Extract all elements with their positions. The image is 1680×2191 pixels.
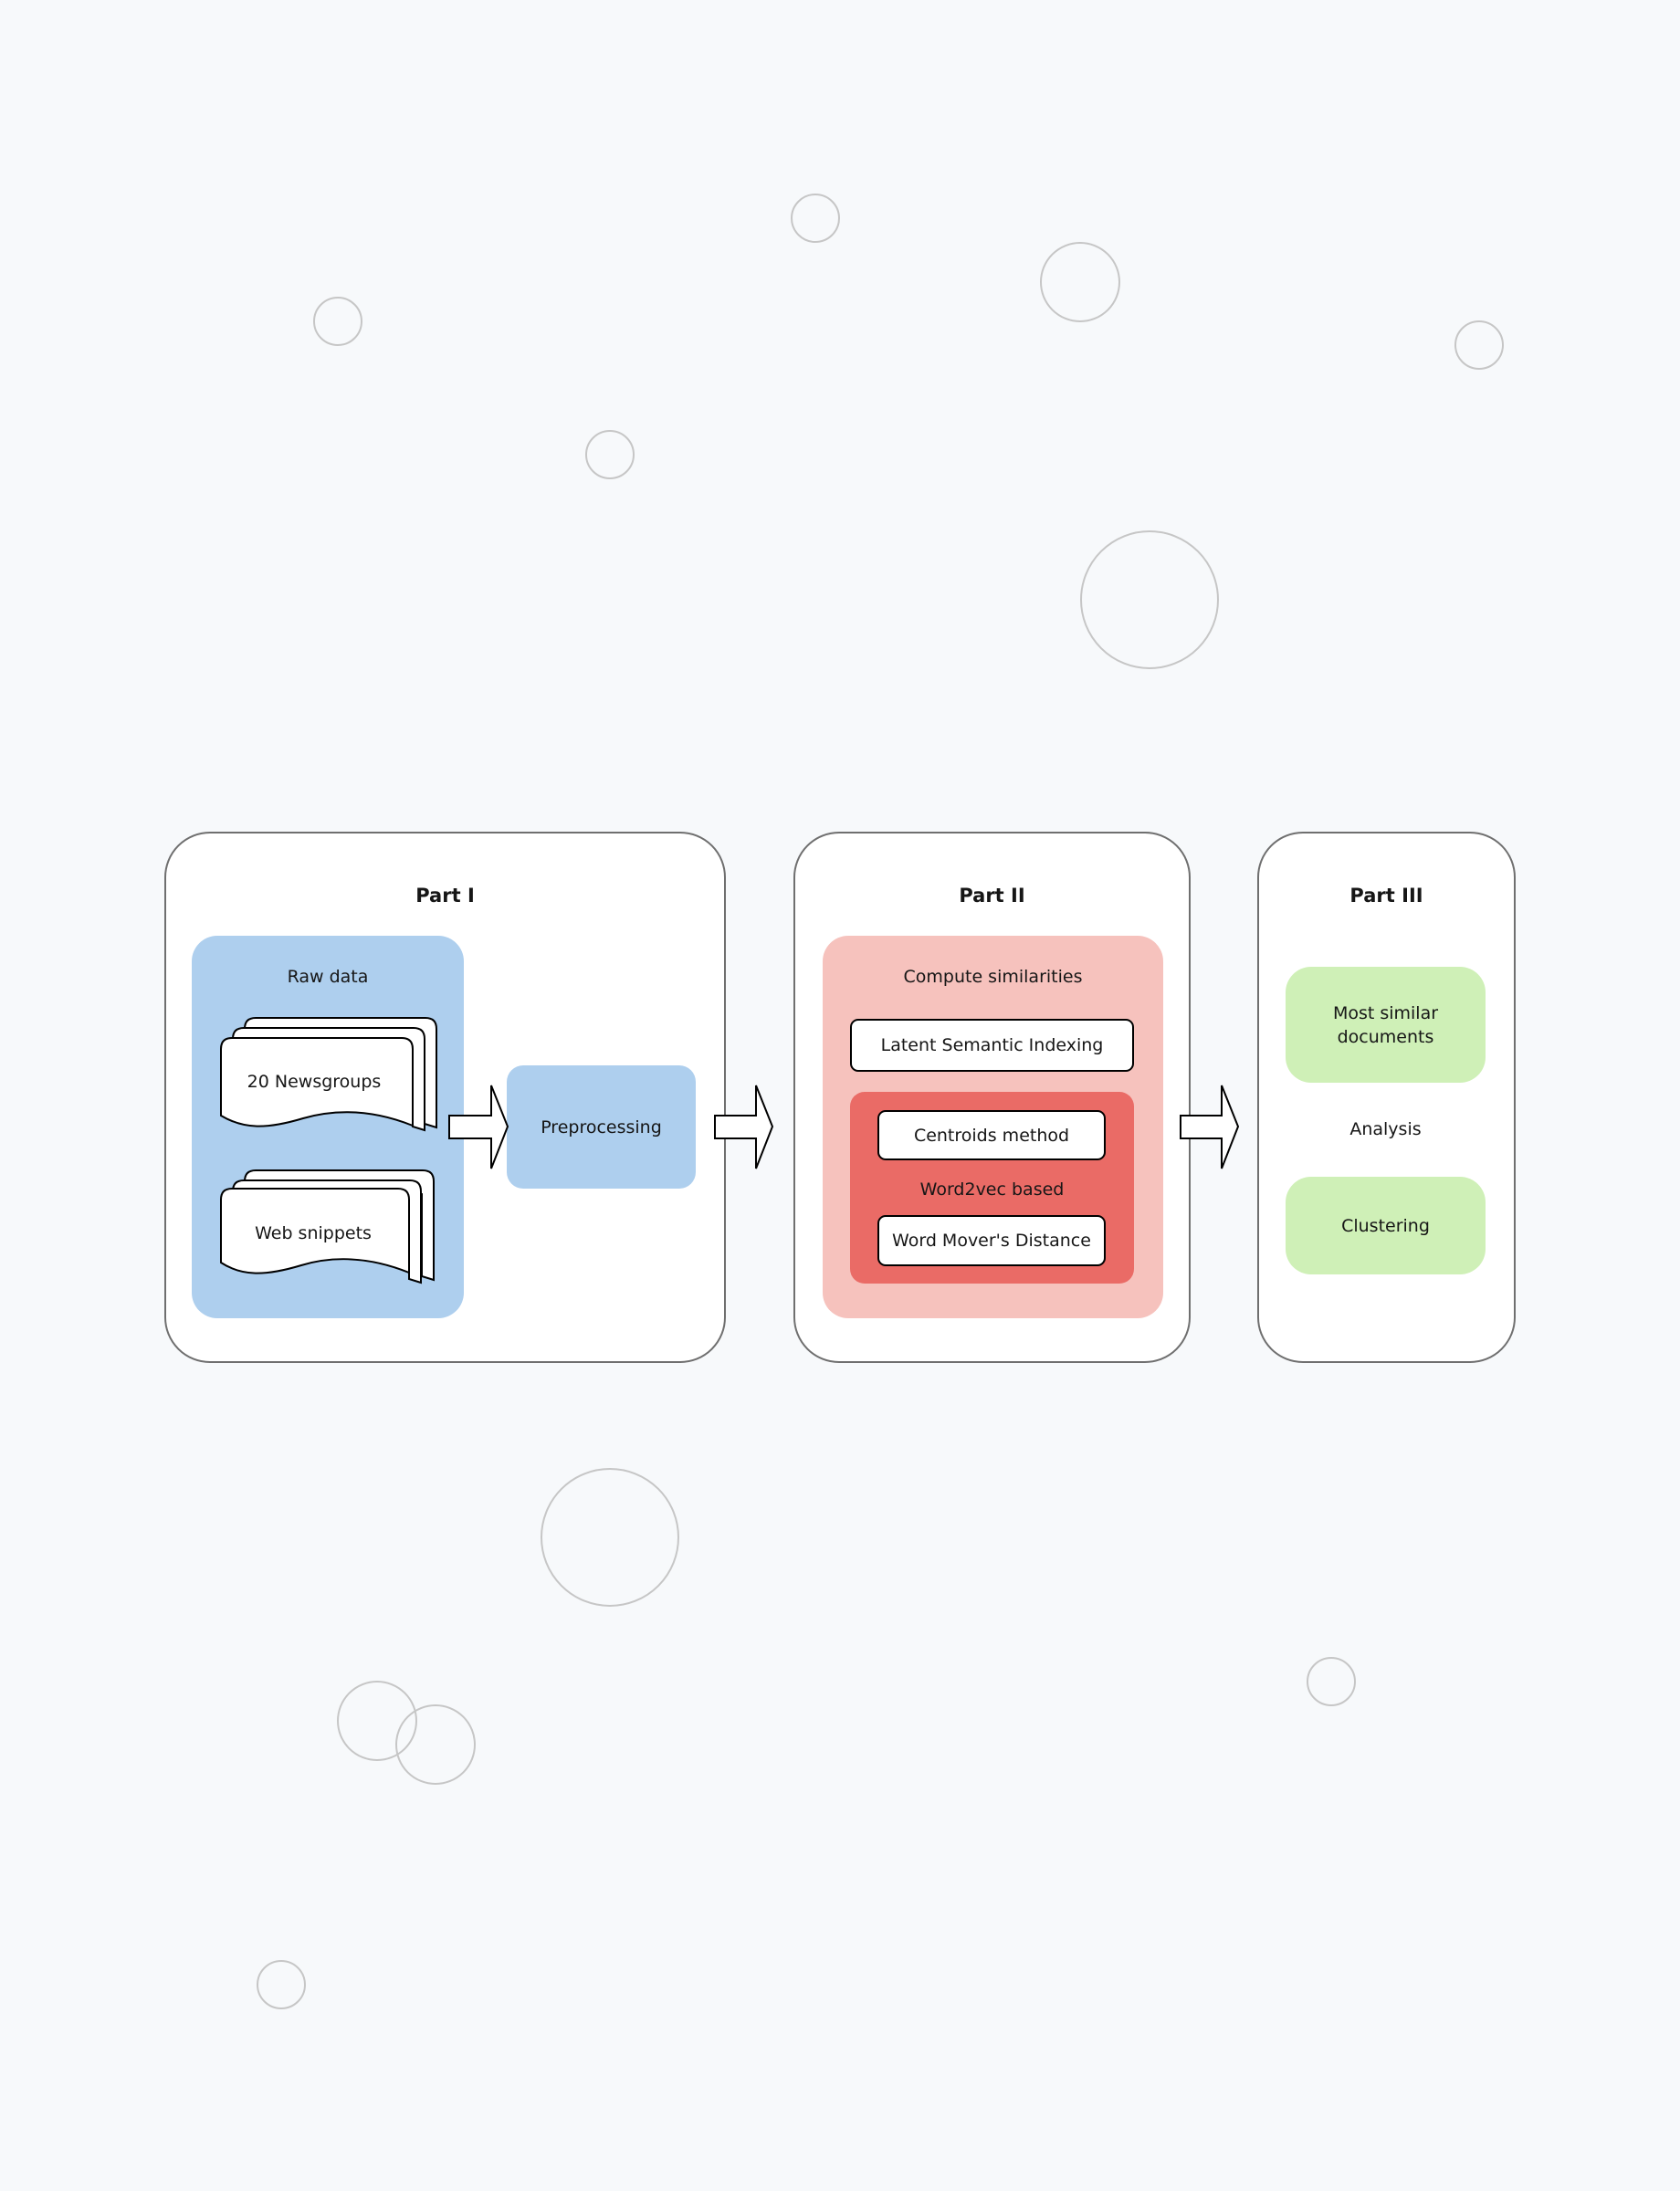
part-2-title: Part II (959, 885, 1025, 907)
background-circle (585, 430, 635, 479)
part-3-title: Part III (1349, 885, 1423, 907)
dataset-label: Web snippets (255, 1223, 372, 1243)
background-circle (791, 194, 840, 243)
background-circle (1040, 242, 1120, 322)
word-movers-distance-label: Word Mover's Distance (892, 1231, 1091, 1251)
analysis-label: Analysis (1286, 1116, 1486, 1143)
preprocessing-box[interactable]: Preprocessing (507, 1065, 696, 1189)
part-3-container: Part III (1257, 832, 1516, 1363)
background-circle (541, 1468, 679, 1607)
most-similar-documents-label: Most similar documents (1332, 1002, 1439, 1047)
raw-data-label: Raw data (287, 967, 369, 987)
word2vec-label: Word2vec based (919, 1179, 1065, 1200)
word-movers-distance-box[interactable]: Word Mover's Distance (877, 1215, 1106, 1266)
clustering-label: Clustering (1341, 1215, 1430, 1236)
background-circle (1307, 1657, 1356, 1706)
clustering-box[interactable]: Clustering (1286, 1177, 1486, 1274)
lsi-label: Latent Semantic Indexing (880, 1035, 1104, 1055)
dataset-20-newsgroups[interactable]: 20 Newsgroups (220, 1017, 437, 1132)
centroids-method-box[interactable]: Centroids method (877, 1110, 1106, 1160)
lsi-box[interactable]: Latent Semantic Indexing (850, 1019, 1134, 1072)
dataset-label: 20 Newsgroups (247, 1072, 382, 1092)
compute-similarities-label: Compute similarities (903, 967, 1083, 987)
preprocessing-label: Preprocessing (541, 1116, 662, 1137)
background-circle (313, 297, 362, 346)
analysis-text: Analysis (1349, 1119, 1422, 1139)
background-circle (1454, 320, 1504, 370)
background-circle (1080, 530, 1219, 669)
background-circle (257, 1960, 306, 2009)
centroids-method-label: Centroids method (913, 1125, 1070, 1146)
most-similar-documents-box[interactable]: Most similar documents (1286, 967, 1486, 1083)
part-1-title: Part I (415, 885, 475, 907)
